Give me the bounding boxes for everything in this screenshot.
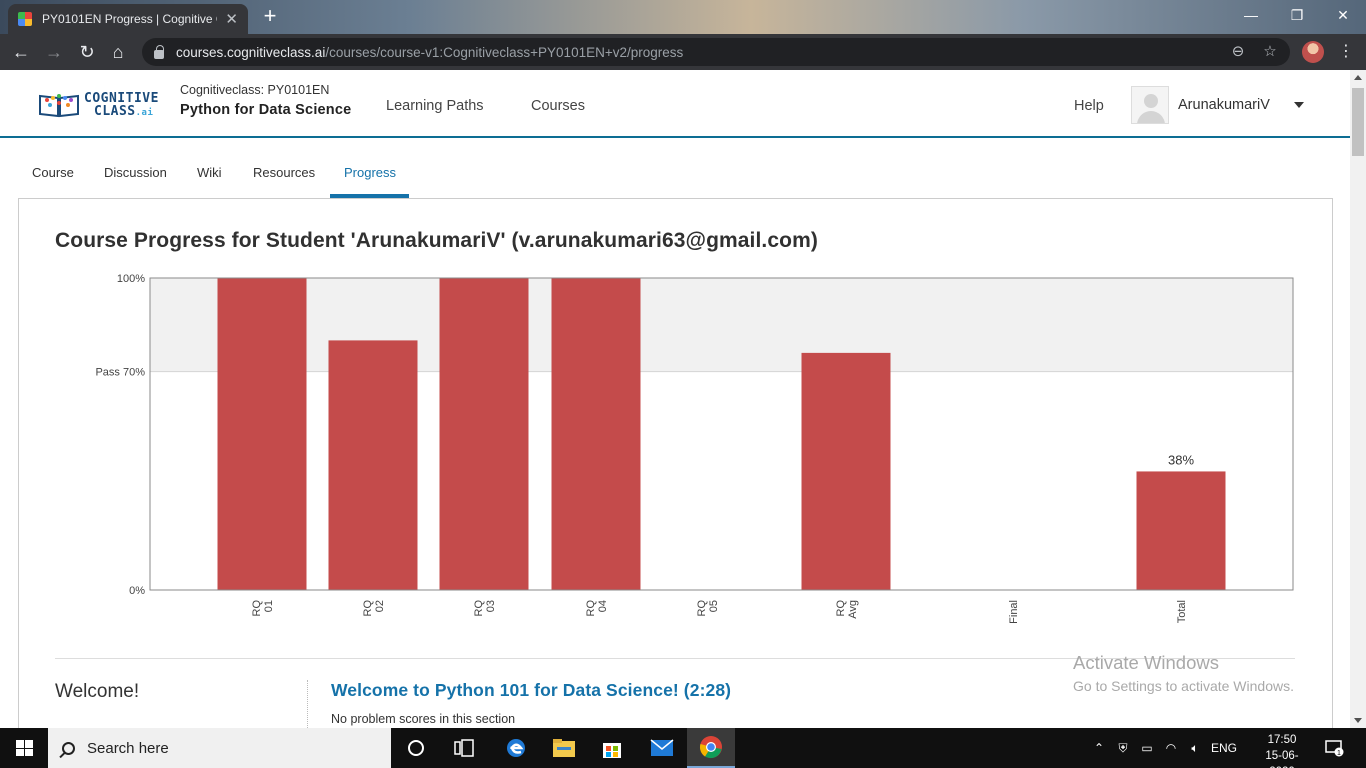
logo-line2: CLASS	[94, 104, 136, 119]
notification-center-icon[interactable]: 1	[1320, 728, 1348, 768]
tab-title: PY0101EN Progress | Cognitive C	[42, 12, 218, 26]
scrollbar-thumb[interactable]	[1352, 88, 1364, 156]
defender-icon[interactable]: ⛨	[1112, 728, 1134, 768]
show-hidden-icons-icon[interactable]: ⌃	[1090, 728, 1108, 768]
site-favicon-icon	[18, 12, 32, 26]
course-name: Python for Data Science	[180, 102, 352, 118]
close-window-button[interactable]: ✕	[1320, 0, 1366, 30]
language-indicator[interactable]: ENG	[1208, 728, 1240, 768]
forward-arrow-icon[interactable]: →	[41, 39, 67, 65]
browser-menu-icon[interactable]: ⋮	[1338, 39, 1354, 65]
search-placeholder: Search here	[87, 739, 169, 757]
clock-date: 15-06-2020	[1265, 750, 1299, 768]
lock-icon	[154, 44, 164, 59]
nav-courses[interactable]: Courses	[531, 98, 585, 114]
browser-tab[interactable]: PY0101EN Progress | Cognitive C ✕	[8, 4, 248, 34]
username[interactable]: ArunakumariV	[1178, 97, 1270, 113]
back-arrow-icon[interactable]: ←	[8, 39, 34, 65]
search-icon	[62, 741, 75, 755]
new-tab-button[interactable]: +	[258, 4, 282, 30]
cognitive-class-logo[interactable]: COGNITIVE CLASS.ai	[38, 92, 162, 122]
start-button[interactable]	[0, 728, 48, 768]
course-org: Cognitiveclass: PY0101EN	[180, 83, 330, 97]
scroll-up-icon[interactable]	[1354, 75, 1362, 80]
reload-icon[interactable]: ↻	[74, 39, 100, 65]
page-scrollbar[interactable]	[1350, 70, 1366, 728]
notification-count: 1	[1337, 750, 1341, 757]
windows-logo-icon	[16, 740, 33, 756]
system-clock[interactable]: 17:50 15-06-2020	[1254, 732, 1310, 768]
logo-suffix: .ai	[135, 108, 154, 118]
profile-avatar-icon[interactable]	[1302, 41, 1324, 63]
file-explorer-icon[interactable]	[540, 728, 588, 768]
clock-time: 17:50	[1267, 734, 1297, 746]
battery-icon[interactable]: ▭	[1136, 728, 1158, 768]
tab-resources[interactable]: Resources	[253, 165, 315, 180]
page-title: Course Progress for Student 'Arunakumari…	[55, 229, 818, 252]
address-bar[interactable]: courses.cognitiveclass.ai/courses/course…	[142, 38, 1290, 66]
minimize-button[interactable]: —	[1228, 0, 1274, 30]
browser-tab-strip: PY0101EN Progress | Cognitive C ✕ + — ❐ …	[0, 0, 1366, 34]
tab-progress[interactable]: Progress	[344, 165, 396, 180]
nav-learning-paths[interactable]: Learning Paths	[386, 98, 484, 114]
chapter-separator	[307, 680, 308, 728]
url-path: /courses/course-v1:Cognitiveclass+PY0101…	[325, 44, 684, 60]
task-view-icon[interactable]	[440, 728, 488, 768]
logo-mark-icon	[39, 94, 79, 118]
section-note: No problem scores in this section	[331, 712, 516, 726]
bookmark-star-icon[interactable]: ☆	[1260, 42, 1280, 62]
help-link[interactable]: Help	[1074, 98, 1104, 114]
taskbar-search-box[interactable]: Search here	[48, 728, 391, 768]
store-icon[interactable]	[588, 728, 636, 768]
watermark-line1: Activate Windows	[1073, 652, 1219, 673]
user-menu-chevron-down-icon[interactable]	[1294, 102, 1304, 108]
wifi-icon[interactable]: ◠	[1160, 728, 1182, 768]
tab-discussion[interactable]: Discussion	[104, 165, 167, 180]
tab-close-icon[interactable]: ✕	[225, 10, 238, 28]
url-host: courses.cognitiveclass.ai	[176, 44, 326, 60]
chrome-icon[interactable]	[687, 728, 735, 768]
watermark-line2: Go to Settings to activate Windows.	[1073, 678, 1294, 694]
chapter-title: Welcome!	[55, 681, 140, 702]
section-link[interactable]: Welcome to Python 101 for Data Science! …	[331, 680, 731, 701]
logo-text: COGNITIVE CLASS.ai	[84, 92, 159, 120]
activate-windows-watermark: Activate Windows Go to Settings to activ…	[1073, 652, 1294, 694]
browser-toolbar: ← → ↻ ⌂ courses.cognitiveclass.ai/course…	[0, 34, 1366, 70]
edge-browser-icon[interactable]	[492, 728, 540, 768]
user-avatar[interactable]	[1131, 86, 1169, 124]
restore-button[interactable]: ❐	[1274, 0, 1320, 30]
zoom-icon[interactable]: ⊖	[1228, 42, 1248, 62]
site-header: COGNITIVE CLASS.ai Cognitiveclass: PY010…	[0, 70, 1350, 138]
mail-icon[interactable]	[638, 728, 686, 768]
tab-course[interactable]: Course	[32, 165, 74, 180]
windows-taskbar: Search here ⌃ ⛨ ▭ ◠ 🔈︎ ENG 17:50 15-06-2…	[0, 728, 1366, 768]
url-text: courses.cognitiveclass.ai/courses/course…	[176, 45, 683, 60]
tab-wiki[interactable]: Wiki	[197, 165, 222, 180]
volume-icon[interactable]: 🔈︎	[1184, 728, 1206, 768]
logo-line2-wrap: CLASS.ai	[84, 105, 159, 120]
cortana-icon[interactable]	[392, 728, 440, 768]
scroll-down-icon[interactable]	[1354, 718, 1362, 723]
home-icon[interactable]: ⌂	[105, 39, 131, 65]
